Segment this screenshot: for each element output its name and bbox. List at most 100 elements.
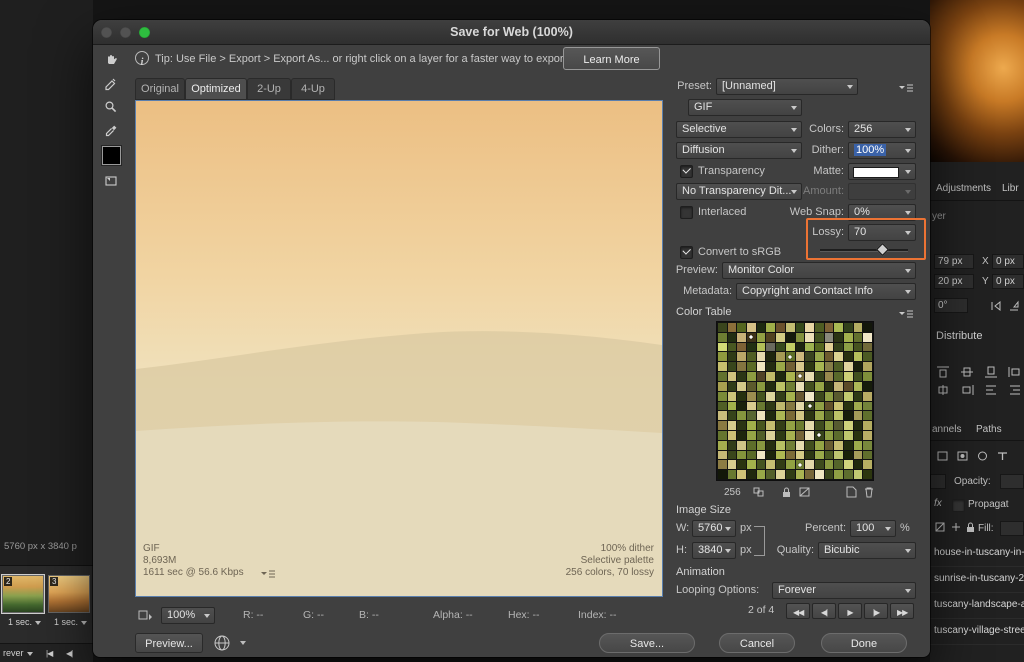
color-swatch[interactable]: [805, 323, 814, 332]
color-swatch[interactable]: [718, 421, 727, 430]
color-swatch[interactable]: [757, 323, 766, 332]
color-swatch[interactable]: [796, 343, 805, 352]
blend-mode-select[interactable]: [930, 474, 946, 489]
color-swatch[interactable]: [805, 411, 814, 420]
color-swatch[interactable]: [815, 460, 824, 469]
color-swatch[interactable]: [825, 362, 834, 371]
color-swatch[interactable]: [718, 460, 727, 469]
color-swatch[interactable]: [805, 352, 814, 361]
last-frame-button[interactable]: ▶▶: [890, 603, 914, 619]
color-swatch[interactable]: [757, 392, 766, 401]
panel-menu-icon[interactable]: [898, 81, 914, 93]
color-swatch[interactable]: [854, 421, 863, 430]
color-swatch[interactable]: [844, 382, 853, 391]
color-swatch[interactable]: [863, 362, 872, 371]
layer-row[interactable]: sunrise-in-tuscany-202: [930, 566, 1024, 593]
websafe-shift-icon[interactable]: [752, 486, 768, 500]
color-swatch[interactable]: [796, 333, 805, 342]
interlaced-checkbox[interactable]: [680, 206, 693, 219]
color-swatch[interactable]: [737, 392, 746, 401]
looping-select[interactable]: Forever: [772, 582, 916, 599]
color-swatch[interactable]: [805, 431, 814, 440]
eyedropper-tool[interactable]: [100, 122, 122, 142]
color-swatch[interactable]: [786, 372, 795, 381]
color-swatch[interactable]: [757, 451, 766, 460]
lossy-slider-track[interactable]: [820, 249, 908, 252]
y-field[interactable]: 0 px: [992, 274, 1024, 289]
slice-tool[interactable]: [100, 74, 122, 94]
color-swatch[interactable]: [844, 441, 853, 450]
color-swatch[interactable]: [728, 323, 737, 332]
tab-adjustments[interactable]: Adjustments: [936, 183, 991, 194]
color-swatch[interactable]: [728, 411, 737, 420]
color-swatch[interactable]: [863, 323, 872, 332]
color-swatch[interactable]: [757, 460, 766, 469]
color-swatch[interactable]: [747, 470, 756, 479]
matte-select[interactable]: [848, 163, 916, 180]
color-swatch[interactable]: [776, 323, 785, 332]
distribute-bottom-icon[interactable]: [984, 366, 998, 378]
flip-vertical-icon[interactable]: [1008, 300, 1022, 312]
color-swatch[interactable]: [825, 382, 834, 391]
color-swatch[interactable]: [786, 343, 795, 352]
color-swatch[interactable]: [825, 411, 834, 420]
color-swatch[interactable]: [747, 402, 756, 411]
color-swatch[interactable]: [834, 343, 843, 352]
color-swatch[interactable]: [728, 382, 737, 391]
color-swatch[interactable]: [844, 333, 853, 342]
color-swatch[interactable]: [854, 451, 863, 460]
color-swatch[interactable]: [863, 431, 872, 440]
color-swatch[interactable]: [786, 362, 795, 371]
color-swatch[interactable]: [737, 352, 746, 361]
color-swatch[interactable]: [815, 402, 824, 411]
color-swatch[interactable]: [747, 323, 756, 332]
zoom-level-select[interactable]: 100%: [161, 607, 215, 624]
color-swatch[interactable]: [854, 411, 863, 420]
color-swatch[interactable]: [863, 343, 872, 352]
color-swatch[interactable]: [844, 431, 853, 440]
color-swatch[interactable]: [766, 343, 775, 352]
color-swatch[interactable]: [834, 411, 843, 420]
color-swatch[interactable]: [737, 343, 746, 352]
color-swatch[interactable]: [863, 470, 872, 479]
websnap-field[interactable]: 0%: [848, 204, 916, 221]
color-swatch[interactable]: [766, 323, 775, 332]
lossy-slider-thumb[interactable]: [876, 243, 889, 256]
browser-globe-icon[interactable]: [213, 634, 229, 648]
color-swatch[interactable]: [786, 460, 795, 469]
color-swatch[interactable]: [757, 421, 766, 430]
color-swatch[interactable]: [834, 333, 843, 342]
color-swatch[interactable]: [796, 382, 805, 391]
color-swatch[interactable]: [728, 372, 737, 381]
color-swatch[interactable]: [747, 411, 756, 420]
color-swatch[interactable]: [805, 460, 814, 469]
preview-in-browser-button[interactable]: Preview...: [135, 633, 203, 653]
color-swatch[interactable]: [863, 411, 872, 420]
color-swatch[interactable]: [815, 323, 824, 332]
color-swatch[interactable]: [718, 392, 727, 401]
color-swatch[interactable]: [815, 441, 824, 450]
color-swatch[interactable]: [815, 362, 824, 371]
color-swatch[interactable]: [776, 362, 785, 371]
color-swatch[interactable]: [737, 323, 746, 332]
lock-transparent-icon[interactable]: [934, 521, 948, 533]
dither-field[interactable]: 100%: [848, 142, 916, 159]
color-swatch[interactable]: [728, 333, 737, 342]
distribute-top-icon[interactable]: [936, 366, 950, 378]
color-swatch[interactable]: [834, 421, 843, 430]
color-swatch[interactable]: [796, 470, 805, 479]
color-swatch[interactable]: [747, 451, 756, 460]
color-swatch[interactable]: [747, 441, 756, 450]
color-swatch[interactable]: [844, 451, 853, 460]
frame-delay-select[interactable]: 1 sec.: [54, 617, 87, 627]
color-swatch[interactable]: [854, 372, 863, 381]
color-swatch[interactable]: [728, 451, 737, 460]
color-swatch[interactable]: [815, 343, 824, 352]
color-swatch[interactable]: [728, 402, 737, 411]
browser-select-arrow[interactable]: [240, 641, 246, 645]
color-swatch[interactable]: [786, 411, 795, 420]
color-swatch[interactable]: [757, 431, 766, 440]
color-swatch[interactable]: [796, 431, 805, 440]
color-swatch[interactable]: [825, 421, 834, 430]
color-swatch[interactable]: [805, 343, 814, 352]
